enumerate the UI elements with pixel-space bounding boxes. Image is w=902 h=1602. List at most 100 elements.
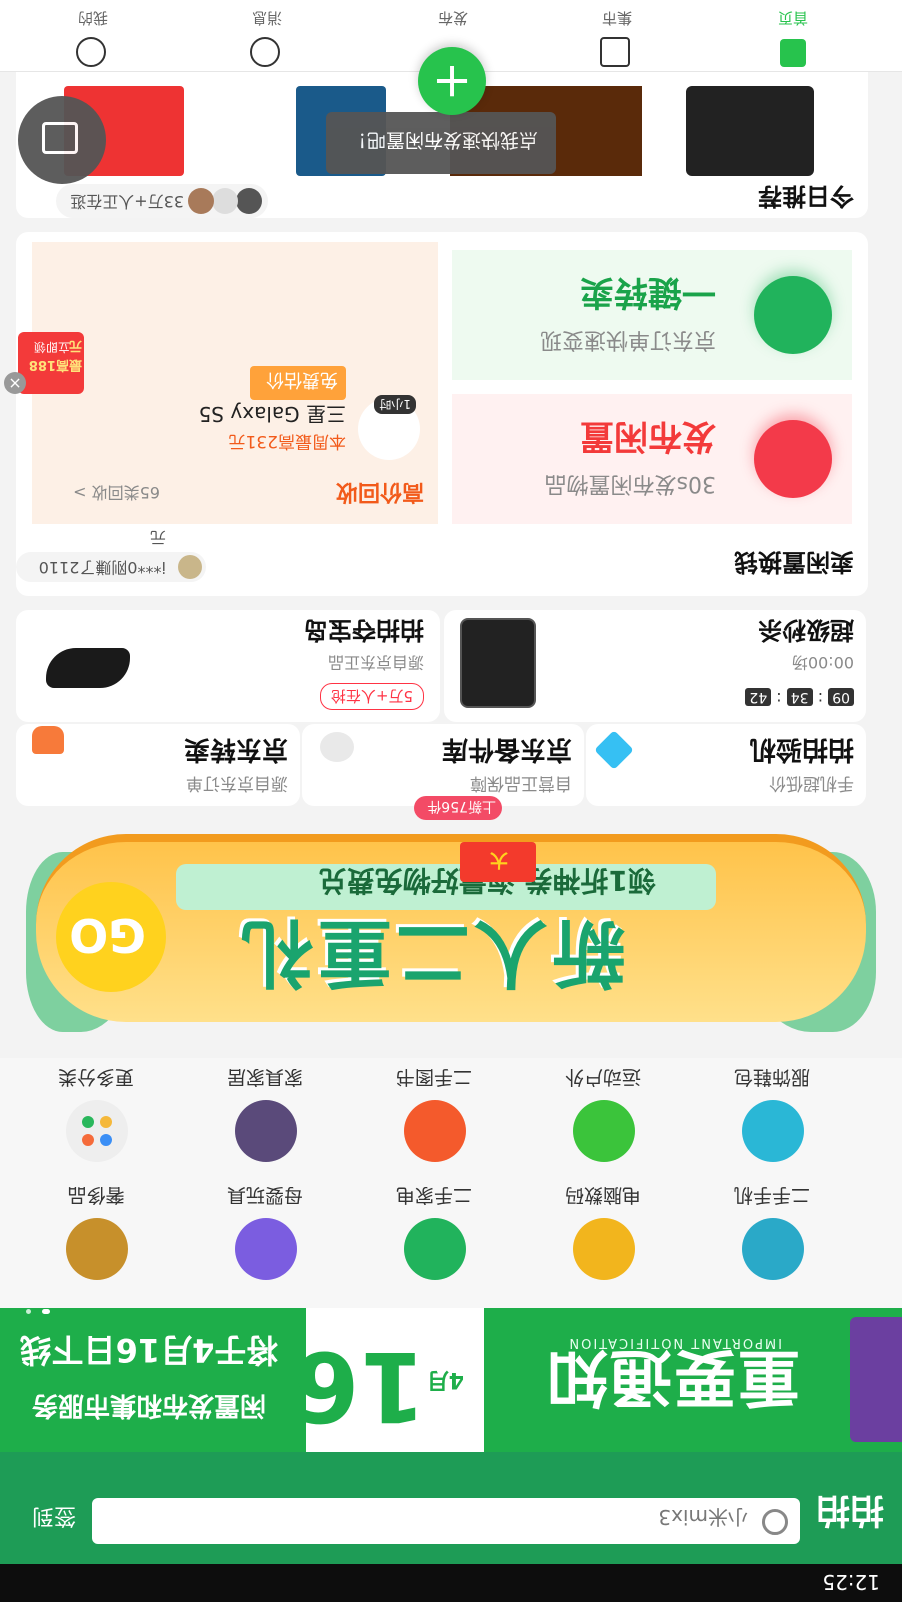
quick-tile-resell[interactable]: 京东转卖 源自京东订单 [16, 724, 300, 806]
recycle-link[interactable]: 65类回收 > [73, 482, 160, 506]
customer-service-button[interactable] [18, 96, 106, 184]
estimate-button-label: 免费估价 [266, 369, 338, 390]
product-image-ereader[interactable] [686, 86, 814, 176]
more-category-icon [66, 1100, 128, 1162]
publish-plus-icon: + [418, 47, 486, 115]
notice-line-1: 闲置发布和集市服务 [32, 1390, 267, 1420]
quick-tile-title: 京东备件库 [441, 734, 572, 764]
category-item[interactable]: 更多分类 [26, 1062, 166, 1162]
close-float-icon[interactable]: × [4, 372, 26, 394]
sign-in-button[interactable]: 签到 [32, 1502, 76, 1534]
banner-dot [25, 1309, 31, 1314]
today-title: 今日推荐 [758, 182, 854, 210]
recycle-card[interactable]: 高价回收 65类回收 > 1小时 三星 Galaxy S5 本周最高231元 免… [32, 242, 438, 524]
notice-title: 重要通知 [543, 1341, 800, 1414]
quick-tile-sub: 源自京东订单 [186, 773, 288, 793]
quick-tile-spare-parts[interactable]: 京东备件库 自营正品保障 上新756件 [302, 724, 584, 820]
product-name: 三星 Galaxy S5 [198, 402, 346, 426]
red-envelope-widget[interactable]: 最高188元 立即领 [18, 332, 84, 394]
quick-tile-sub: 手机超低价 [769, 773, 854, 793]
countdown-hours: 09 [828, 688, 854, 706]
banner-next-slide[interactable] [850, 1317, 902, 1442]
swap-section: 卖闲置换钱 i***0刚赚了2110元 发布闲置 30s发布闲置物品 一键转卖 … [16, 232, 868, 596]
app-logo[interactable]: 拍拍 [816, 1489, 884, 1538]
category-item[interactable]: 奢侈品 [26, 1180, 166, 1280]
publish-idle-card[interactable]: 发布闲置 30s发布闲置物品 [452, 394, 852, 524]
newcomer-promo-banner[interactable]: 新人二重礼 领1折神券 海量好物免费兑 GO 大 [26, 832, 876, 1052]
promo-badge: 大 [490, 849, 508, 870]
treasure-island-card[interactable]: 拍拍夺宝岛 源自京东正品 5万+人在抢 [16, 610, 440, 722]
watcher-avatar [236, 188, 262, 214]
one-click-resell-card[interactable]: 一键转卖 京东订单快速变现 [452, 250, 852, 380]
category-item[interactable]: 母婴玩具 [195, 1180, 335, 1280]
books-category-icon [404, 1100, 466, 1162]
category-label: 二手手机 [734, 1184, 811, 1206]
notice-date-month: 4月 [426, 1367, 464, 1392]
profile-icon [76, 37, 106, 67]
nav-label: 首页 [778, 9, 809, 27]
tooltip-text: 点我快速发布闲置吧！ [347, 129, 538, 151]
countdown-sep: : [776, 689, 782, 708]
watchers-text: 33万+人正在逛 [70, 192, 184, 211]
nav-publish[interactable]: + 发布 [386, 0, 516, 115]
promo-go-button[interactable]: GO [56, 882, 166, 992]
jd-resell-icon [754, 276, 832, 354]
phone-category-icon [742, 1218, 804, 1280]
new-items-badge: 上新756件 [414, 796, 502, 820]
quick-tile-title: 拍拍验机 [749, 734, 854, 764]
home-icon [780, 39, 806, 67]
category-item[interactable]: 二手手机 [702, 1180, 842, 1280]
nav-home[interactable]: 首页 [726, 0, 856, 71]
recycle-title: 高价回收 [335, 479, 424, 504]
publish-box-icon [754, 420, 832, 498]
product-price: 本周最高231元 [228, 431, 346, 451]
watcher-avatar [212, 188, 238, 214]
treasure-title: 拍拍夺宝岛 [304, 616, 424, 644]
nav-market[interactable]: 集市 [550, 0, 680, 71]
category-item[interactable]: 运动户外 [533, 1062, 673, 1162]
category-item[interactable]: 电脑数码 [533, 1180, 673, 1280]
chat-bubble-icon [42, 122, 78, 154]
nav-label: 消息 [252, 9, 283, 27]
treasure-sub: 源自京东正品 [327, 653, 424, 672]
quick-tile-verify[interactable]: 拍拍验机 手机超低价 [586, 724, 866, 806]
publish-tooltip: 点我快速发布闲置吧！ [326, 112, 556, 174]
ticker-avatar [178, 555, 202, 579]
nav-label: 发布 [438, 9, 469, 27]
category-label: 运动户外 [565, 1066, 642, 1088]
category-label: 奢侈品 [67, 1184, 125, 1206]
notice-lines: 闲置发布和集市服务 将于4月16日下线 [14, 1329, 284, 1426]
one-click-title: 一键转卖 [580, 272, 716, 312]
ticker-text: i***0刚赚了2110元 [38, 528, 166, 577]
category-item[interactable]: 服饰鞋包 [702, 1062, 842, 1162]
nav-profile[interactable]: 我的 [26, 0, 156, 71]
notice-line-2: 将于4月16日下线 [19, 1331, 279, 1369]
category-item[interactable]: 家具家居 [195, 1062, 335, 1162]
publish-idle-title: 发布闲置 [580, 416, 716, 456]
luxury-category-icon [66, 1218, 128, 1280]
estimate-button[interactable]: 免费估价 [250, 366, 346, 400]
countdown: 09 : 34 : 42 [745, 688, 854, 708]
search-input[interactable]: 小米mix3 [92, 1498, 800, 1544]
promo-go-label: GO [69, 908, 146, 962]
swap-ticker: i***0刚赚了2110元 [16, 528, 206, 582]
banner-dot-active [42, 1309, 50, 1314]
countdown-minutes: 34 [786, 688, 813, 706]
robot-icon [320, 732, 354, 762]
countdown-sep: : [817, 689, 824, 708]
phone-product-image [460, 618, 536, 708]
apparel-category-icon [742, 1100, 804, 1162]
one-click-sub: 京东订单快速变现 [539, 327, 716, 352]
flash-sale-card[interactable]: 超级秒杀 00:00场 09 : 34 : 42 [444, 610, 866, 722]
appliance-category-icon [404, 1218, 466, 1280]
notice-banner[interactable]: 重要通知 IMPORTANT NOTIFICATION 4月 16 闲置发布和集… [0, 1308, 902, 1452]
category-item[interactable]: 二手图书 [364, 1062, 504, 1162]
category-label: 电脑数码 [565, 1184, 642, 1206]
verify-diamond-icon [594, 730, 634, 770]
sneaker-image [46, 648, 130, 688]
nav-messages[interactable]: 消息 [200, 0, 330, 71]
category-label: 家具家居 [227, 1066, 304, 1088]
swap-section-title: 卖闲置换钱 [734, 548, 854, 576]
category-item[interactable]: 二手家电 [364, 1180, 504, 1280]
promo-body: 新人二重礼 领1折神券 海量好物免费兑 GO [36, 834, 866, 1022]
